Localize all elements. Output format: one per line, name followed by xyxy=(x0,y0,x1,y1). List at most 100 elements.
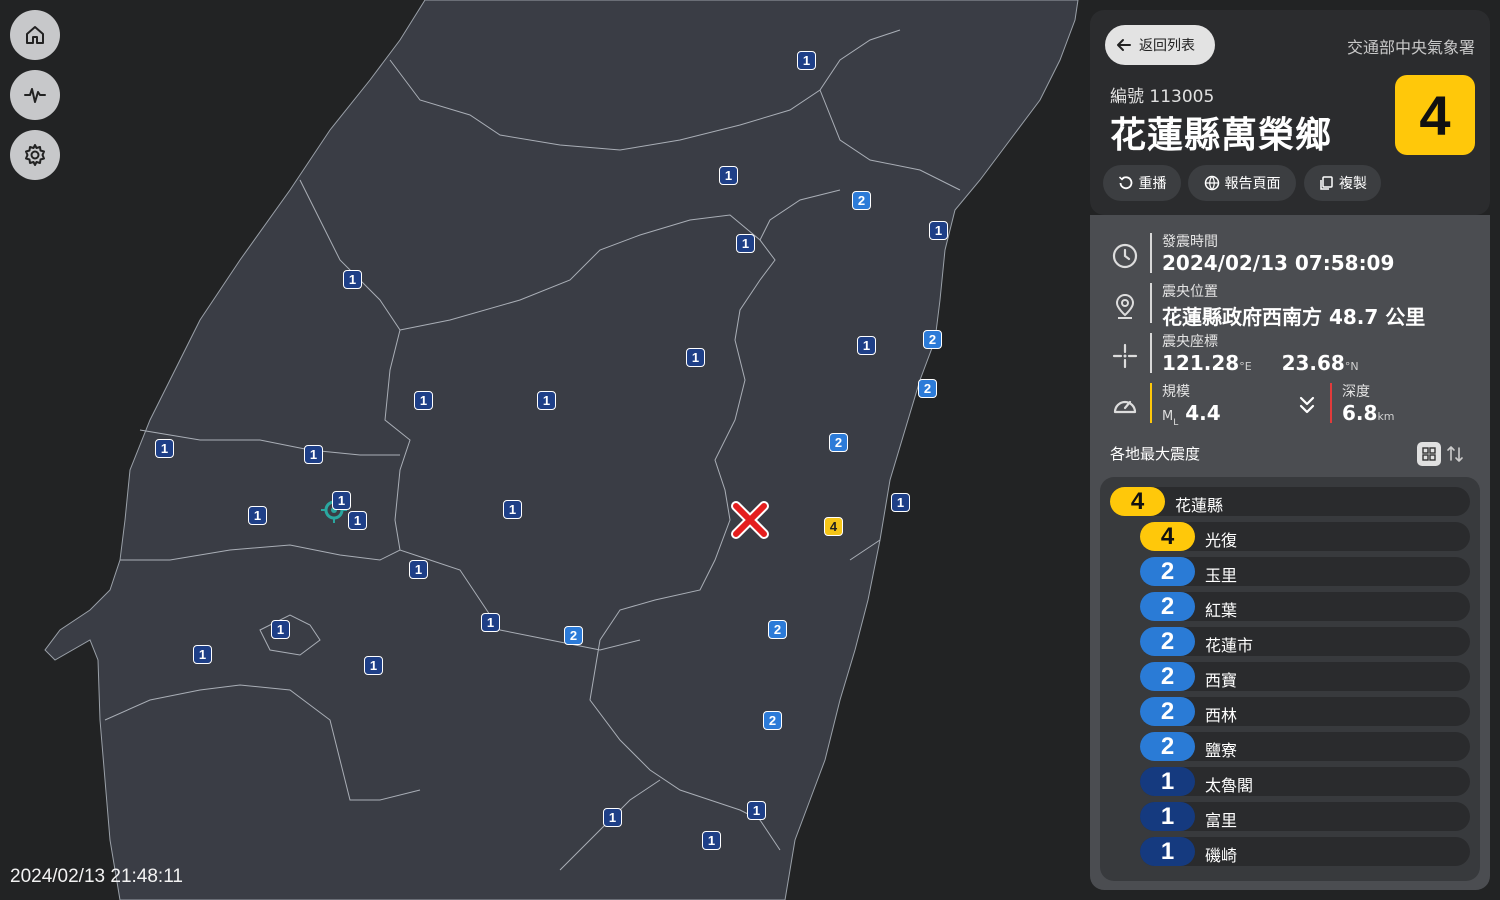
clock: 2024/02/13 21:48:11 xyxy=(10,866,183,887)
report-header: 返回列表 交通部中央氣象署 編號 113005 花蓮縣萬榮鄉 4 重播 報告頁面… xyxy=(1090,10,1490,215)
sort-toggle[interactable] xyxy=(1417,441,1469,467)
station-marker[interactable]: 1 xyxy=(719,166,738,185)
station-marker[interactable]: 1 xyxy=(414,391,433,410)
area-name: 磯崎 xyxy=(1205,846,1238,865)
intensity-badge: 2 xyxy=(1140,592,1195,621)
area-name: 紅葉 xyxy=(1205,601,1238,620)
intensity-badge: 1 xyxy=(1140,837,1195,866)
back-to-list-button[interactable]: 返回列表 xyxy=(1105,25,1215,65)
station-marker[interactable]: 1 xyxy=(248,506,267,525)
divider xyxy=(1150,333,1152,373)
town-row[interactable]: 1 磯崎 xyxy=(1140,837,1470,866)
magnitude-label: 規模 xyxy=(1162,384,1190,400)
depth-value: 6.8km xyxy=(1342,401,1395,425)
replay-icon xyxy=(1118,176,1132,190)
station-marker[interactable]: 2 xyxy=(768,620,787,639)
replay-button[interactable]: 重播 xyxy=(1103,165,1181,201)
back-label: 返回列表 xyxy=(1139,38,1195,54)
settings-button[interactable] xyxy=(10,130,60,180)
station-marker[interactable]: 1 xyxy=(409,560,428,579)
waveform-icon xyxy=(24,88,46,103)
town-row[interactable]: 2 鹽寮 xyxy=(1140,732,1470,761)
station-marker[interactable]: 4 xyxy=(824,517,843,536)
location-pin-icon xyxy=(1115,293,1135,319)
station-marker[interactable]: 1 xyxy=(929,221,948,240)
waveform-button[interactable] xyxy=(10,70,60,120)
home-icon xyxy=(26,26,44,44)
station-marker[interactable]: 1 xyxy=(503,500,522,519)
area-name: 太魯閣 xyxy=(1205,776,1254,795)
station-marker[interactable]: 1 xyxy=(736,234,755,253)
magnitude-row: 規模 ML 4.4 xyxy=(1110,383,1300,428)
max-intensity-badge: 4 xyxy=(1395,75,1475,155)
town-row[interactable]: 2 花蓮市 xyxy=(1140,627,1470,656)
location-label: 震央位置 xyxy=(1162,284,1218,300)
gear-icon xyxy=(25,144,45,166)
town-row[interactable]: 2 紅葉 xyxy=(1140,592,1470,621)
town-row[interactable]: 2 西林 xyxy=(1140,697,1470,726)
grid-icon xyxy=(1422,447,1436,461)
town-row[interactable]: 1 富里 xyxy=(1140,802,1470,831)
intensity-list[interactable]: 4 花蓮縣 4 光復 2 玉里 2 紅葉 2 花蓮市 2 西寶 2 西林 2 鹽寮 1 太魯閣 1 富里 1 磯崎 xyxy=(1100,477,1480,881)
station-marker[interactable]: 2 xyxy=(829,433,848,452)
station-marker[interactable]: 1 xyxy=(304,445,323,464)
station-marker[interactable]: 1 xyxy=(348,511,367,530)
coord-value: 121.28°E 23.68°N xyxy=(1162,351,1359,375)
longitude: 121.28 xyxy=(1162,351,1240,375)
station-marker[interactable]: 1 xyxy=(481,613,500,632)
station-marker[interactable]: 1 xyxy=(797,51,816,70)
station-marker[interactable]: 1 xyxy=(364,656,383,675)
page-title: 花蓮縣萬榮鄉 xyxy=(1110,115,1333,156)
town-row[interactable]: 4 光復 xyxy=(1140,522,1470,551)
town-row[interactable]: 2 玉里 xyxy=(1140,557,1470,586)
station-marker[interactable]: 2 xyxy=(763,711,782,730)
location-value: 花蓮縣政府西南方 48.7 公里 xyxy=(1162,305,1426,329)
copy-icon xyxy=(1320,176,1333,190)
report-number: 編號 113005 xyxy=(1110,87,1215,107)
area-name: 鹽寮 xyxy=(1205,741,1238,760)
station-marker[interactable]: 2 xyxy=(918,379,937,398)
station-marker[interactable]: 1 xyxy=(603,808,622,827)
station-marker[interactable]: 1 xyxy=(537,391,556,410)
crosshair-icon xyxy=(1112,343,1138,369)
station-marker[interactable]: 1 xyxy=(891,493,910,512)
map-view[interactable]: 1 1 2 1 1 1 1 1 2 1 1 2 2 1 1 1 1 1 4 1 1 2 2 1 1 2 1 1 1 1 1 1 xyxy=(0,0,1090,900)
station-marker[interactable]: 1 xyxy=(271,620,290,639)
station-marker[interactable]: 2 xyxy=(923,330,942,349)
intensity-badge: 2 xyxy=(1140,557,1195,586)
coord-label: 震央座標 xyxy=(1162,334,1218,350)
intensity-badge: 2 xyxy=(1140,627,1195,656)
sort-arrows-icon[interactable] xyxy=(1445,444,1465,464)
group-by-county-button[interactable] xyxy=(1417,442,1441,466)
station-marker[interactable]: 1 xyxy=(343,270,362,289)
intensity-badge: 1 xyxy=(1140,767,1195,796)
depth-row: 深度 6.8km xyxy=(1290,383,1470,427)
home-button[interactable] xyxy=(10,10,60,60)
station-marker[interactable]: 2 xyxy=(564,626,583,645)
depth-divider xyxy=(1330,383,1332,423)
depth-number: 6.8 xyxy=(1342,401,1378,425)
latitude: 23.68 xyxy=(1281,351,1345,375)
copy-label: 複製 xyxy=(1339,176,1367,192)
town-row[interactable]: 1 太魯閣 xyxy=(1140,767,1470,796)
copy-button[interactable]: 複製 xyxy=(1304,165,1381,201)
station-marker[interactable]: 1 xyxy=(193,645,212,664)
county-row[interactable]: 4 花蓮縣 xyxy=(1110,487,1470,516)
area-name: 光復 xyxy=(1205,531,1238,550)
station-marker[interactable]: 1 xyxy=(702,831,721,850)
station-marker[interactable]: 1 xyxy=(857,336,876,355)
globe-icon xyxy=(1204,175,1219,191)
clock-icon xyxy=(1112,243,1138,269)
station-marker[interactable]: 2 xyxy=(852,191,871,210)
station-marker[interactable]: 1 xyxy=(686,348,705,367)
station-marker[interactable]: 1 xyxy=(747,801,766,820)
intensity-badge: 2 xyxy=(1140,732,1195,761)
replay-label: 重播 xyxy=(1138,176,1167,192)
town-row[interactable]: 2 西寶 xyxy=(1140,662,1470,691)
area-name: 玉里 xyxy=(1205,566,1238,585)
magnitude-value: ML 4.4 xyxy=(1162,401,1221,428)
station-marker[interactable]: 1 xyxy=(332,491,351,510)
report-page-button[interactable]: 報告頁面 xyxy=(1188,165,1296,201)
longitude-unit: °E xyxy=(1239,360,1252,373)
station-marker[interactable]: 1 xyxy=(155,439,174,458)
